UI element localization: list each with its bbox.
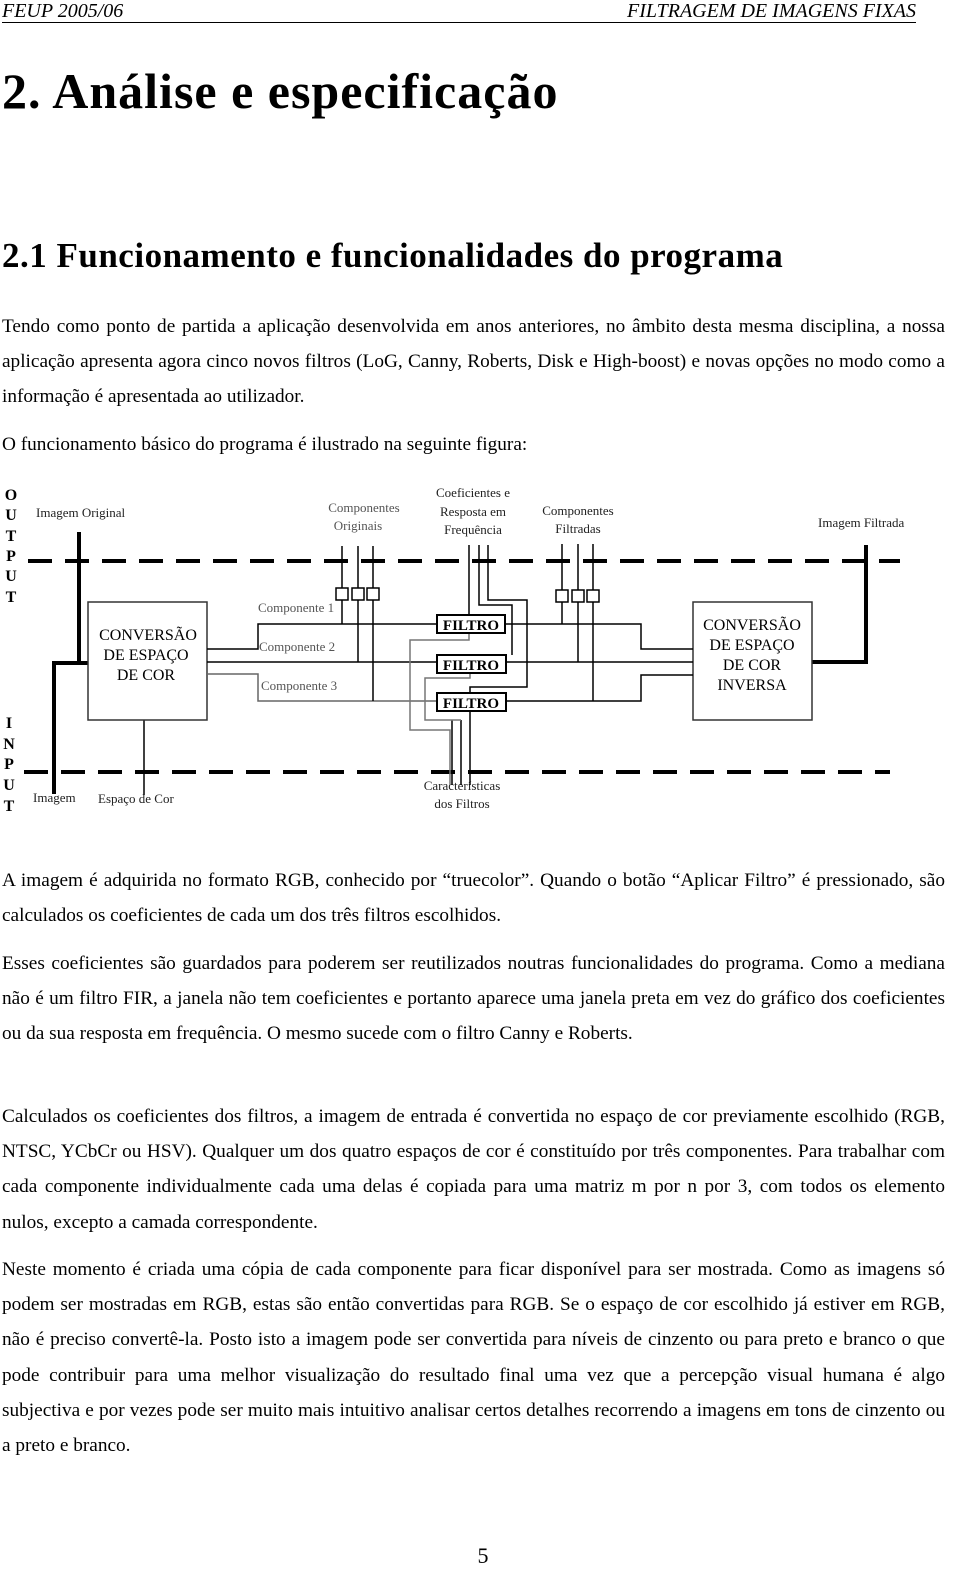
svg-text:T: T — [6, 589, 17, 606]
svg-text:P: P — [6, 548, 16, 565]
paragraph: Esses coeficientes são guardados para po… — [2, 953, 945, 1045]
input-label: I N P U T — [3, 715, 15, 815]
svg-text:Características: Características — [424, 778, 501, 793]
page-header: FEUP 2005/06 FILTRAGEM DE IMAGENS FIXAS — [2, 0, 916, 23]
svg-text:CONVERSÃO: CONVERSÃO — [99, 626, 197, 644]
svg-text:T: T — [4, 798, 15, 815]
output-label: O U T P U T — [5, 487, 17, 606]
system-diagram: O U T P U T I N P U T Imagem Original Co… — [3, 485, 905, 815]
svg-text:U: U — [5, 568, 17, 585]
page-number: 5 — [477, 1543, 489, 1568]
paragraph: A imagem é adquirida no formato RGB, con… — [2, 870, 945, 927]
svg-text:Resposta em: Resposta em — [440, 504, 506, 519]
svg-text:dos Filtros: dos Filtros — [434, 796, 489, 811]
svg-text:INVERSA: INVERSA — [717, 677, 787, 694]
label-imagem-original: Imagem Original — [36, 505, 126, 520]
svg-text:FILTRO: FILTRO — [443, 696, 499, 712]
color-conversion-box: CONVERSÃO DE ESPAÇO DE COR — [87, 601, 208, 721]
svg-text:Frequência: Frequência — [444, 522, 502, 537]
section-title: 2.1 Funcionamento e funcionalidades do p… — [2, 236, 784, 275]
paragraph: Calculados os coeficientes dos filtros, … — [2, 1106, 945, 1233]
svg-text:N: N — [3, 736, 15, 753]
svg-text:T: T — [6, 528, 17, 545]
svg-text:Imagem Filtrada: Imagem Filtrada — [818, 515, 905, 530]
svg-text:CONVERSÃO: CONVERSÃO — [703, 616, 801, 634]
filter-boxes: FILTRO FILTRO FILTRO — [436, 614, 507, 712]
svg-text:Componente 3: Componente 3 — [261, 678, 337, 693]
svg-text:DE COR: DE COR — [117, 667, 176, 684]
svg-text:Coeficientes e: Coeficientes e — [436, 485, 510, 500]
svg-text:I: I — [6, 715, 12, 732]
paragraph: Neste momento é criada uma cópia de cada… — [2, 1259, 945, 1457]
svg-text:FILTRO: FILTRO — [443, 658, 499, 674]
svg-text:Filtradas: Filtradas — [555, 521, 601, 536]
header-right: FILTRAGEM DE IMAGENS FIXAS — [627, 0, 916, 22]
header-left: FEUP 2005/06 — [2, 0, 124, 22]
chapter-title: 2. Análise e especificação — [2, 63, 559, 119]
svg-text:Componente 1: Componente 1 — [258, 600, 334, 615]
svg-text:FILTRO: FILTRO — [443, 618, 499, 634]
svg-text:Originais: Originais — [334, 518, 382, 533]
svg-text:DE ESPAÇO: DE ESPAÇO — [709, 637, 794, 654]
inverse-color-conversion-box: CONVERSÃO DE ESPAÇO DE COR INVERSA — [692, 601, 813, 721]
svg-text:Espaço de Cor: Espaço de Cor — [98, 791, 174, 806]
svg-text:U: U — [5, 507, 17, 524]
paragraph: Tendo como ponto de partida a aplicação … — [2, 316, 945, 408]
svg-text:P: P — [4, 756, 14, 773]
svg-text:O: O — [5, 487, 17, 504]
svg-text:Componentes: Componentes — [328, 500, 400, 515]
svg-text:Componentes: Componentes — [542, 503, 614, 518]
svg-text:Componente 2: Componente 2 — [259, 639, 335, 654]
paragraph: O funcionamento básico do programa é ilu… — [2, 434, 528, 455]
svg-text:U: U — [3, 777, 15, 794]
svg-text:DE ESPAÇO: DE ESPAÇO — [103, 647, 188, 664]
svg-text:DE COR: DE COR — [723, 657, 782, 674]
